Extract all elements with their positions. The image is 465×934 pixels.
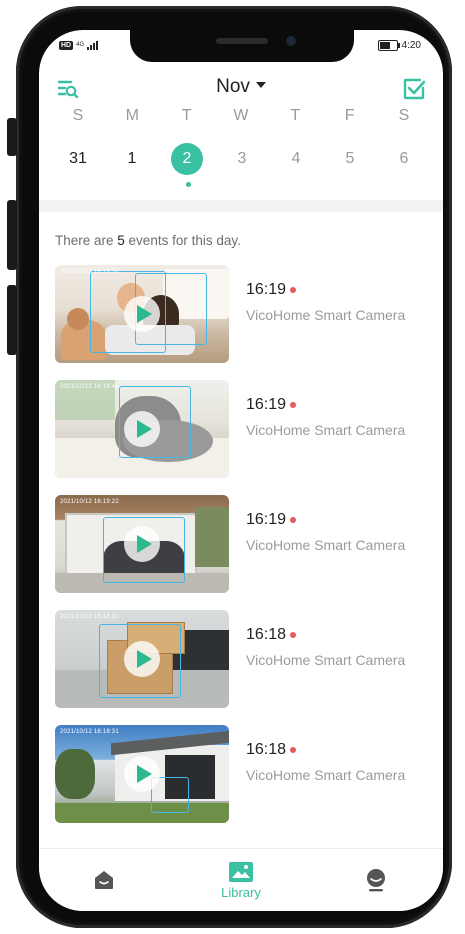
date-cell[interactable]: 4 [281,143,311,175]
volume-down-button [7,285,17,355]
bottom-tab-bar: Library [39,848,443,911]
weekday-label: S [72,107,84,124]
record-dot-icon [290,287,296,293]
video-timestamp: 2021/10/12 16:18:31 [60,729,119,735]
date-row: 31 1 2 3 4 5 6 [63,143,419,175]
battery-icon [377,40,400,51]
event-time: 16:19 [246,396,287,413]
caret-down-icon [255,81,266,88]
summary-suffix: events for this day. [124,233,241,248]
weekday-label: T [290,107,301,124]
play-icon[interactable] [124,641,160,677]
app-screen: HD 4G 4:20 Nov S M T W T F S 31 1 2 3 4 … [39,30,443,911]
date-cell[interactable]: 6 [389,143,419,175]
camera-name: VicoHome Smart Camera [246,652,406,668]
summary-count: 5 [117,233,125,248]
record-dot-icon [290,632,296,638]
event-time: 16:19 [246,511,287,528]
event-item[interactable]: 2021/10/12 16:18:31 16:18 VicoHome Smart… [55,725,427,823]
tab-library-label: Library [221,884,261,900]
event-thumbnail[interactable]: 2021/10/12 16:19:42 [55,380,229,478]
event-time: 16:18 [246,626,287,643]
record-dot-icon [290,517,296,523]
month-label: Nov [216,76,250,97]
date-cell[interactable]: 31 [63,143,93,175]
video-timestamp: 2021/10/12 16:19:50 [60,269,119,275]
tab-home[interactable] [59,849,149,911]
tab-library[interactable]: Library [196,849,286,911]
date-cell[interactable]: 5 [335,143,365,175]
summary-prefix: There are [55,233,118,248]
weekday-row: S M T W T F S [63,107,419,125]
section-divider [39,200,443,212]
event-item[interactable]: 2021/10/12 16:18:31 16:18 VicoHome Smart… [55,610,427,708]
play-icon[interactable] [124,411,160,447]
date-cell[interactable]: 1 [117,143,147,175]
event-thumbnail[interactable]: 2021/10/12 16:19:50 [55,265,229,363]
status-bar-left: HD 4G [59,40,99,50]
event-time: 16:18 [246,741,287,758]
play-icon[interactable] [124,296,160,332]
record-dot-icon [290,747,296,753]
hd-badge: HD [59,40,74,50]
event-thumbnail[interactable]: 2021/10/12 16:18:31 [55,725,229,823]
notch [130,30,354,62]
play-icon[interactable] [124,756,160,792]
clock: 4:20 [401,40,421,51]
weekday-label: S [398,107,410,124]
video-timestamp: 2021/10/12 16:19:42 [60,384,119,390]
event-indicator-dot [186,182,191,187]
volume-up-button [7,200,17,270]
camera-name: VicoHome Smart Camera [246,307,406,323]
profile-face-icon [367,869,385,892]
status-bar-right: 4:20 [377,40,421,51]
tab-profile[interactable] [331,849,421,911]
play-icon[interactable] [124,526,160,562]
video-timestamp: 2021/10/12 16:18:31 [60,614,119,620]
camera-name: VicoHome Smart Camera [246,422,406,438]
date-cell[interactable]: 3 [227,143,257,175]
signal-icon [87,40,99,50]
camera-name: VicoHome Smart Camera [246,767,406,783]
event-item[interactable]: 2021/10/12 16:19:22 16:19 VicoHome Smart… [55,495,427,593]
record-dot-icon [290,402,296,408]
weekday-label: T [181,107,192,124]
weekday-label: M [125,107,139,124]
camera-name: VicoHome Smart Camera [246,537,406,553]
event-thumbnail[interactable]: 2021/10/12 16:18:31 [55,610,229,708]
weekday-label: F [344,107,355,124]
calendar-header: Nov [39,70,443,110]
library-image-icon [229,861,253,882]
event-time: 16:19 [246,281,287,298]
mute-switch [7,118,17,156]
date-cell-selected[interactable]: 2 [171,143,203,175]
month-selector[interactable]: Nov [39,76,443,98]
network-label: 4G [76,42,85,48]
event-item[interactable]: 2021/10/12 16:19:50 16:19 VicoHome Smart… [55,265,427,363]
event-item[interactable]: 2021/10/12 16:19:42 16:19 VicoHome Smart… [55,380,427,478]
home-icon [95,871,113,889]
video-timestamp: 2021/10/12 16:19:22 [60,499,119,505]
weekday-label: W [233,107,249,124]
event-summary: There are 5 events for this day. [55,233,241,248]
event-thumbnail[interactable]: 2021/10/12 16:19:22 [55,495,229,593]
checkbox-edit-icon[interactable] [401,76,427,102]
